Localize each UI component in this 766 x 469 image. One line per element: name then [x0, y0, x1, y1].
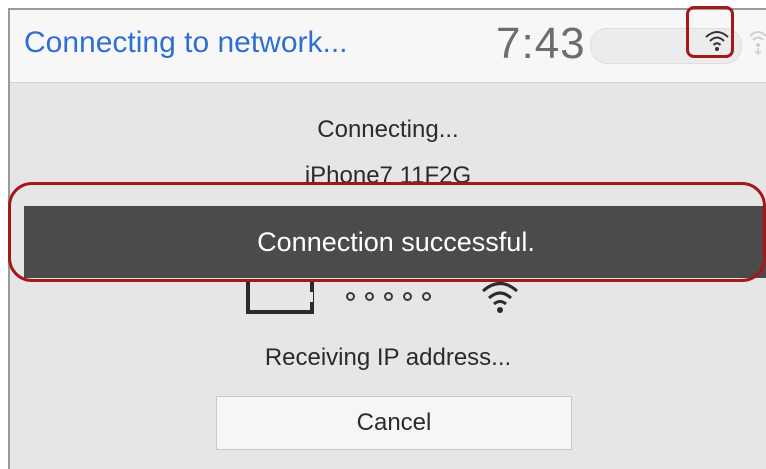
progress-dot: [384, 292, 393, 301]
highlight-wifi-frame: [686, 6, 734, 58]
header-bar: Connecting to network... 7:43: [10, 10, 766, 83]
progress-dots: [346, 288, 441, 306]
wifi-icon: [482, 282, 518, 313]
status-connecting: Connecting...: [317, 116, 459, 143]
progress-dot: [422, 292, 431, 301]
progress-dot: [346, 292, 355, 301]
clock: 7:43: [496, 19, 586, 68]
page-title: Connecting to network...: [24, 26, 348, 59]
tablet-icon: [246, 280, 314, 314]
status-receiving-ip: Receiving IP address...: [264, 344, 512, 371]
wifi-faint-icon: [749, 31, 766, 56]
progress-dot: [403, 292, 412, 301]
cancel-button[interactable]: Cancel: [216, 396, 572, 450]
tablet-button-detail: [310, 292, 313, 302]
highlight-toast-frame: [8, 182, 766, 282]
progress-dot: [365, 292, 374, 301]
